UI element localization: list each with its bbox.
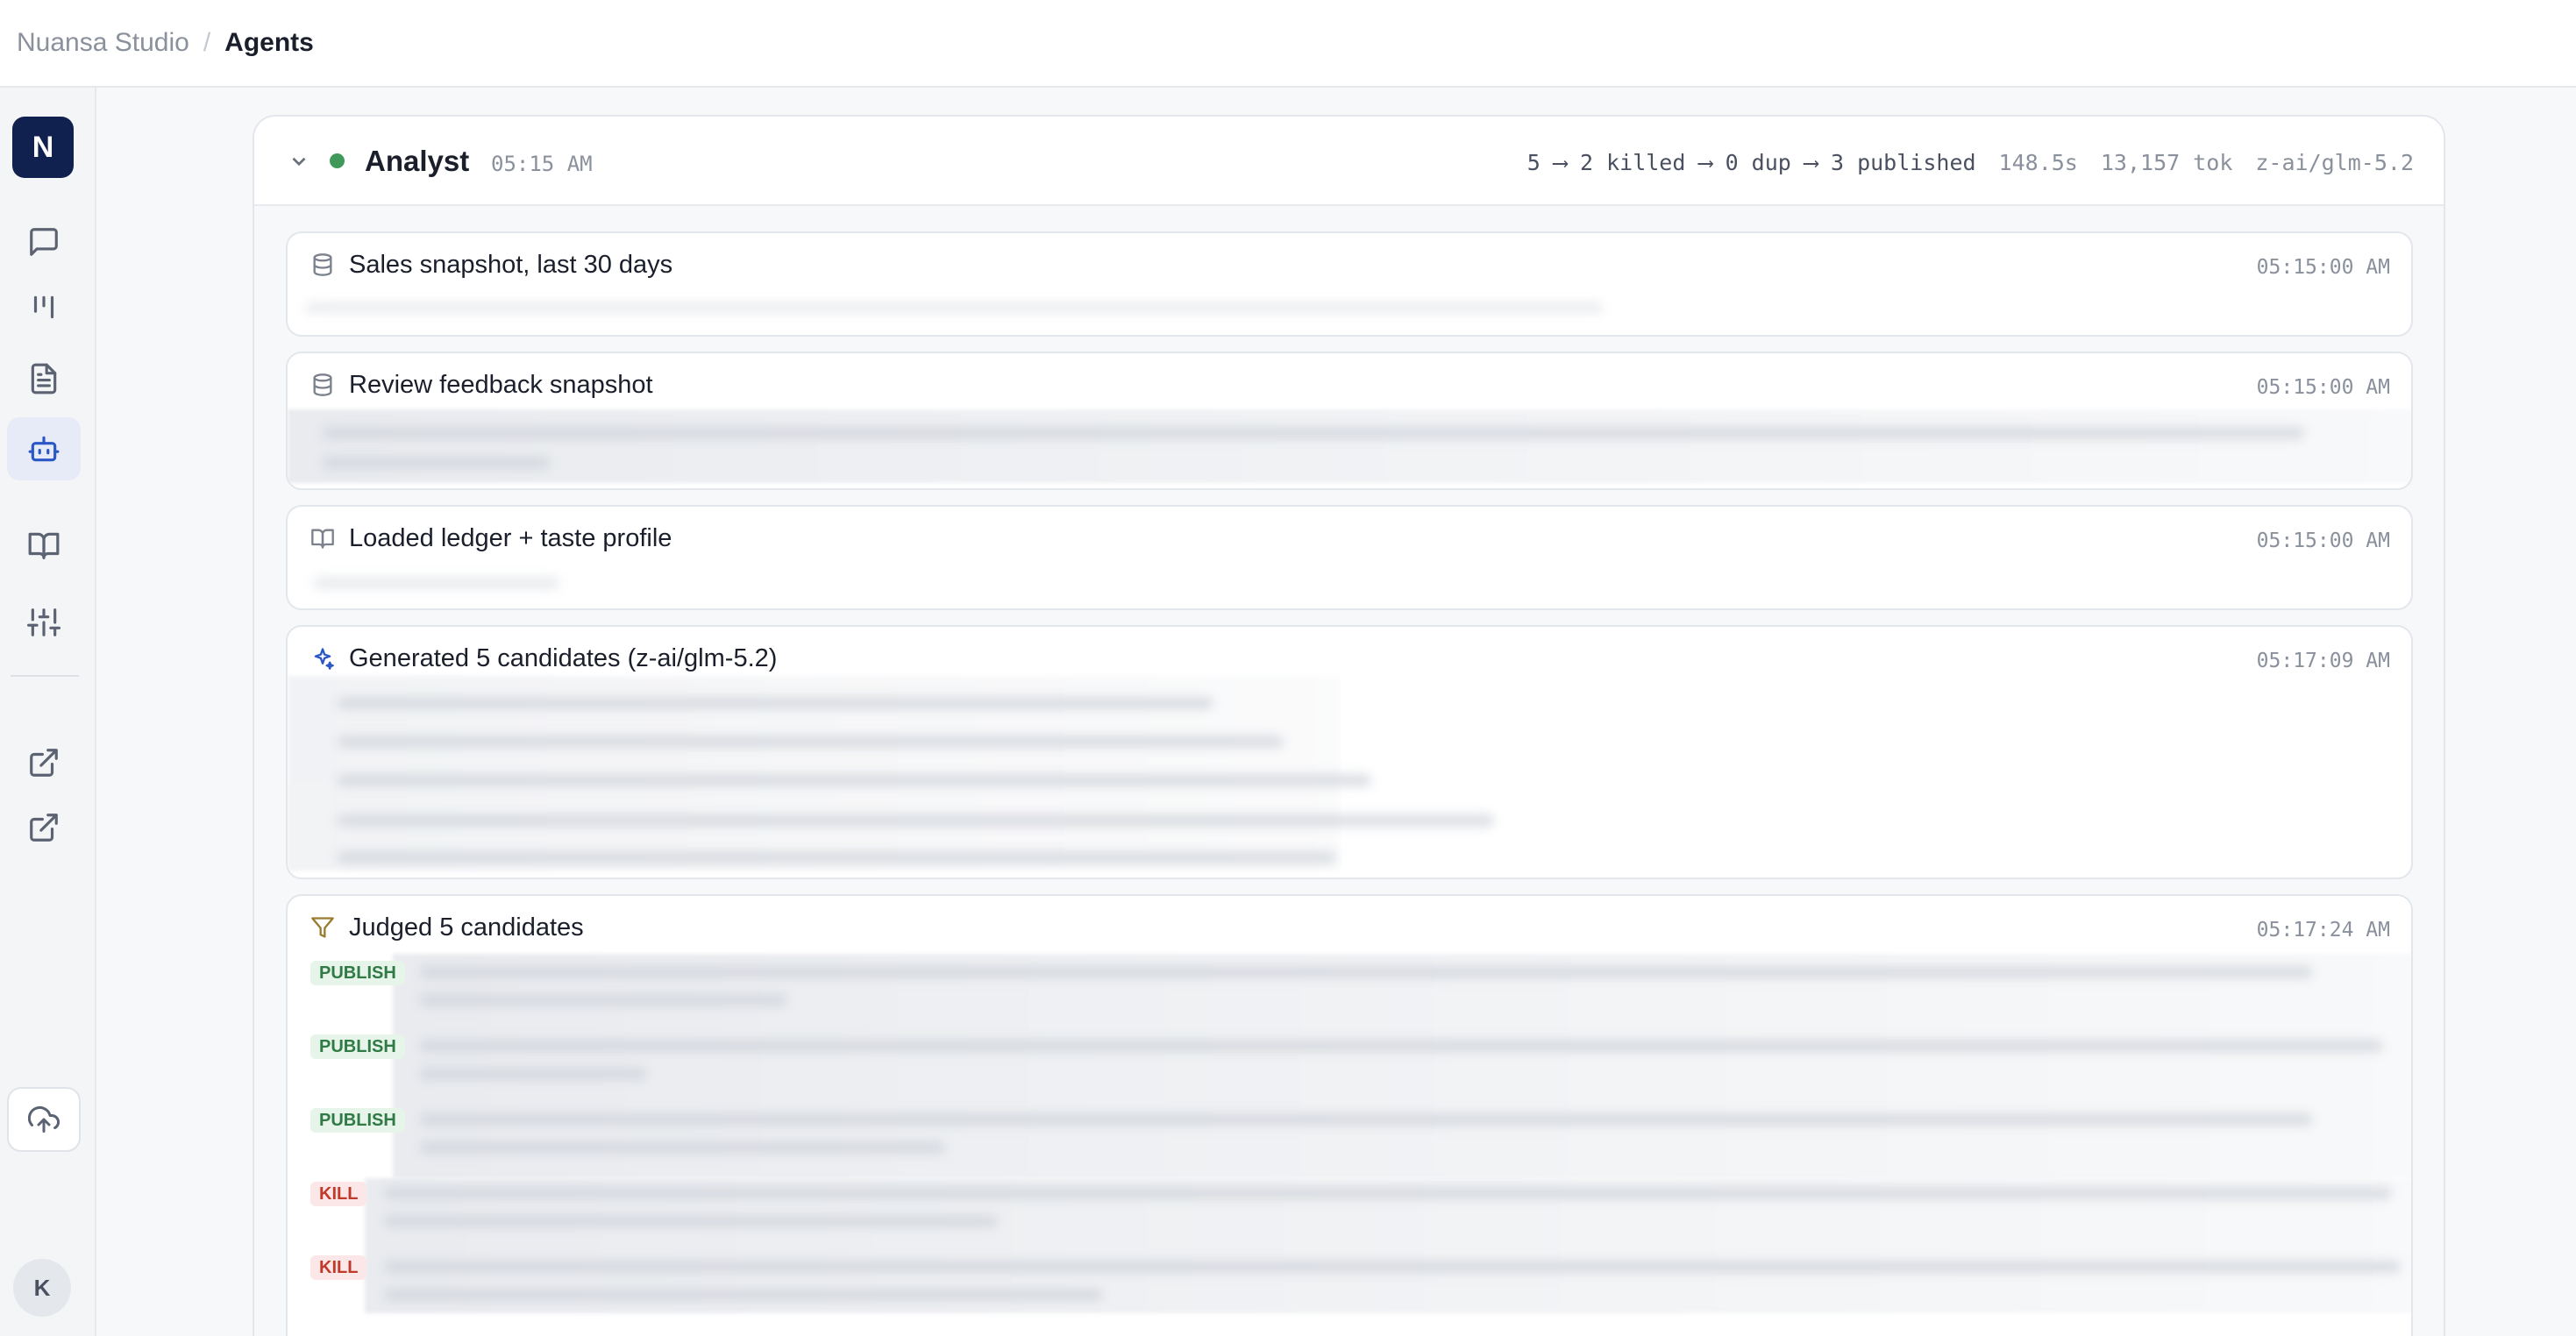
sparkles-icon <box>310 646 335 671</box>
step-time: 05:15:00 AM <box>2256 529 2390 552</box>
workspace-logo[interactable]: N <box>12 117 74 178</box>
agent-run-panel: Analyst 05:15 AM 5 ⟶ 2 killed ⟶ 0 dup ⟶ … <box>253 115 2445 1336</box>
step-title: Sales snapshot, last 30 days <box>349 251 673 279</box>
redacted-line <box>419 1068 647 1080</box>
redacted-line <box>337 814 1494 827</box>
user-avatar[interactable]: K <box>13 1259 71 1317</box>
step-card[interactable]: Generated 5 candidates (z-ai/glm-5.2) 05… <box>286 625 2413 879</box>
sidebar-item-chat[interactable] <box>7 210 81 274</box>
sidebar-item-library[interactable] <box>7 514 81 577</box>
step-time: 05:15:00 AM <box>2256 376 2390 399</box>
verdict-badge: KILL <box>310 1255 367 1280</box>
run-header[interactable]: Analyst 05:15 AM 5 ⟶ 2 killed ⟶ 0 dup ⟶ … <box>254 117 2444 206</box>
step-time: 05:15:00 AM <box>2256 256 2390 279</box>
redacted-line <box>419 1113 2313 1126</box>
redacted-line <box>384 1289 1103 1301</box>
columns-icon <box>33 295 54 319</box>
model-name: z-ai/glm-5.2 <box>2255 150 2414 175</box>
external-link-icon <box>30 749 58 777</box>
file-text-icon <box>31 363 57 394</box>
redacted-line <box>337 697 1213 709</box>
step-time: 05:17:24 AM <box>2256 919 2390 942</box>
external-link-icon <box>30 814 58 842</box>
pipeline-summary: 5 ⟶ 2 killed ⟶ 0 dup ⟶ 3 published <box>1526 150 1976 175</box>
top-bar: Nuansa Studio / Agents <box>0 0 2576 88</box>
database-icon <box>310 252 335 277</box>
redacted-content <box>305 303 1603 312</box>
sidebar-item-external-2[interactable] <box>7 796 81 859</box>
chevron-down-icon <box>292 157 306 167</box>
book-open-icon <box>310 526 335 551</box>
verdict-badge: KILL <box>310 1182 367 1206</box>
sync-button[interactable] <box>7 1087 81 1152</box>
sliders-icon <box>27 608 60 636</box>
step-title: Judged 5 candidates <box>349 913 584 942</box>
breadcrumb-studio[interactable]: Nuansa Studio <box>17 28 189 58</box>
step-card[interactable]: Review feedback snapshot 05:15:00 AM <box>286 352 2413 490</box>
redacted-content <box>288 409 2411 483</box>
step-title: Review feedback snapshot <box>349 371 653 399</box>
verdict-badge: PUBLISH <box>310 1108 405 1133</box>
step-card[interactable]: Loaded ledger + taste profile 05:15:00 A… <box>286 505 2413 610</box>
redacted-line <box>337 736 1284 748</box>
status-indicator <box>330 153 345 168</box>
sidebar-divider <box>11 675 79 677</box>
breadcrumb-separator: / <box>203 28 211 57</box>
run-duration: 148.5s <box>1998 150 2078 175</box>
step-title: Loaded ledger + taste profile <box>349 524 672 552</box>
sidebar-item-external-1[interactable] <box>7 731 81 794</box>
verdict-badge: PUBLISH <box>310 961 405 985</box>
redacted-line <box>419 994 787 1006</box>
redacted-line <box>337 851 1336 863</box>
sidebar-item-board[interactable] <box>7 277 81 340</box>
collapse-toggle[interactable] <box>288 150 310 173</box>
filter-icon <box>310 915 335 940</box>
redacted-line <box>384 1187 2392 1199</box>
redacted-line <box>419 966 2313 978</box>
verdict-badge: PUBLISH <box>310 1034 405 1059</box>
bot-icon <box>28 436 60 462</box>
redacted-line <box>384 1261 2401 1273</box>
sidebar: N K <box>0 88 96 1336</box>
redacted-line <box>419 1040 2383 1052</box>
step-time: 05:17:09 AM <box>2256 650 2390 672</box>
agent-name: Analyst <box>365 145 470 177</box>
step-card[interactable]: Judged 5 candidates 05:17:24 AM PUBLISH … <box>286 894 2413 1336</box>
book-open-icon <box>28 532 60 559</box>
redacted-line <box>314 577 559 589</box>
redacted-line <box>323 427 2304 439</box>
sidebar-item-documents[interactable] <box>7 347 81 410</box>
redacted-line <box>323 457 551 469</box>
redacted-line <box>384 1215 998 1227</box>
message-square-icon <box>30 228 58 256</box>
run-stats: 5 ⟶ 2 killed ⟶ 0 dup ⟶ 3 published 148.5… <box>1527 150 2414 175</box>
step-title: Generated 5 candidates (z-ai/glm-5.2) <box>349 644 778 672</box>
page-title: Agents <box>224 28 314 57</box>
cloud-upload-icon <box>28 1105 60 1133</box>
run-time: 05:15 AM <box>491 152 593 176</box>
sidebar-item-settings[interactable] <box>7 591 81 654</box>
sidebar-item-agents[interactable] <box>7 417 81 480</box>
step-card[interactable]: Sales snapshot, last 30 days 05:15:00 AM <box>286 231 2413 337</box>
database-icon <box>310 373 335 397</box>
redacted-line <box>337 774 1371 786</box>
redacted-line <box>419 1141 945 1154</box>
token-count: 13,157 tok <box>2100 150 2233 175</box>
